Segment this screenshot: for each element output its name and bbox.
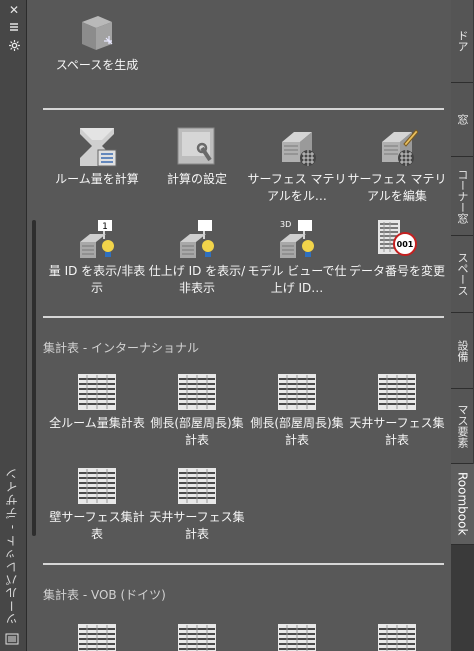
schedule-table-icon	[278, 374, 316, 410]
tab-label: マス要素	[456, 404, 469, 448]
tab-door[interactable]: ドア	[451, 0, 473, 83]
schedule-tool[interactable]: 側長(部屋周長)集計表	[247, 372, 347, 449]
auto-hide-icon[interactable]	[7, 22, 21, 34]
tab-label: Roombook	[455, 472, 470, 536]
tab-label: コーナー窓	[456, 168, 469, 224]
room-quantity-tool[interactable]: ルーム量を計算	[47, 126, 147, 188]
schedule-tool[interactable]: 天井サーフェス集計表	[147, 466, 247, 543]
section-heading-vob: 集計表 - VOB (ドイツ)	[43, 588, 166, 602]
tool-label: 壁サーフェス集計表	[49, 510, 145, 541]
palette-title: ツールパレット - デザイン	[5, 467, 19, 625]
schedule-table-icon	[78, 468, 116, 504]
tab-mass-element[interactable]: マス要素	[451, 389, 473, 464]
tool-label: サーフェス マテリアルを編集	[347, 172, 447, 203]
tool-label: ルーム量を計算	[55, 172, 139, 186]
data-number-tool[interactable]: 001 データ番号を変更	[347, 218, 447, 280]
tool-label: 量 ID を表示/非表示	[48, 264, 146, 295]
palette-menu-icon[interactable]	[5, 633, 19, 645]
finish-id-icon	[180, 220, 214, 258]
tab-label: スペース	[456, 252, 469, 296]
tab-space[interactable]: スペース	[451, 236, 473, 313]
model-view-badge: 3D	[280, 220, 291, 229]
tool-palette-content: スペースを生成 ルーム量を計算 計算の設定 サーフェス マテリアルをル… サーフ…	[27, 0, 451, 651]
tab-label: ドア	[456, 30, 469, 52]
tool-label: 側長(部屋周長)集計表	[250, 416, 344, 447]
tool-label: 全ルーム量集計表	[49, 416, 145, 430]
tool-label: スペースを生成	[55, 58, 139, 72]
schedule-table-icon	[178, 374, 216, 410]
schedule-tool[interactable]: 壁サーフェス集計表	[47, 466, 147, 543]
tab-equipment[interactable]: 設備	[451, 313, 473, 389]
tool-label: モデル ビューで仕上げ ID…	[247, 264, 347, 295]
tool-label: 計算の設定	[166, 172, 227, 186]
quantity-id-icon: 1	[80, 220, 114, 258]
tab-label: 設備	[456, 339, 469, 362]
divider	[43, 316, 444, 318]
schedule-table-icon[interactable]	[377, 622, 417, 651]
palette-title-bar[interactable]: ✕ ツールパレット - デザイン	[0, 0, 27, 651]
section-heading-international: 集計表 - インターナショナル	[43, 341, 199, 355]
scrollbar[interactable]	[32, 220, 36, 536]
tool-label: 仕上げ ID を表示/非表示	[148, 264, 246, 295]
calc-settings-tool[interactable]: 計算の設定	[147, 126, 247, 188]
model-view-finish-icon: 3D	[280, 220, 314, 258]
surface-material-edit-icon	[382, 129, 418, 166]
finish-id-tool[interactable]: 仕上げ ID を表示/非表示	[147, 218, 247, 297]
tab-window[interactable]: 窓	[451, 83, 473, 157]
divider	[43, 563, 444, 565]
schedule-table-icon[interactable]	[177, 622, 217, 651]
tab-label: 窓	[456, 114, 469, 125]
schedule-table-icon[interactable]	[77, 622, 117, 651]
surface-material-edit-tool[interactable]: サーフェス マテリアルを編集	[347, 126, 447, 205]
quantity-id-badge: 1	[102, 222, 108, 232]
properties-icon[interactable]	[7, 40, 21, 53]
surface-material-tool[interactable]: サーフェス マテリアルをル…	[247, 126, 347, 205]
room-quantity-icon	[80, 128, 117, 167]
divider	[43, 108, 444, 110]
space-generate-icon	[82, 16, 113, 50]
model-view-finish-tool[interactable]: 3D モデル ビューで仕上げ ID…	[247, 218, 347, 297]
surface-material-icon	[282, 132, 316, 166]
tab-corner-window[interactable]: コーナー窓	[451, 157, 473, 236]
tool-label: 側長(部屋周長)集計表	[150, 416, 244, 447]
tab-roombook[interactable]: Roombook	[451, 464, 474, 545]
quantity-id-tool[interactable]: 1 量 ID を表示/非表示	[47, 218, 147, 297]
tool-label: データ番号を変更	[348, 264, 445, 278]
schedule-table-icon	[378, 374, 416, 410]
create-space-tool[interactable]: スペースを生成	[47, 12, 147, 74]
data-number-badge: 001	[397, 240, 414, 249]
close-icon[interactable]: ✕	[7, 4, 21, 16]
schedule-tool[interactable]: 天井サーフェス集計表	[347, 372, 447, 449]
data-number-icon: 001	[378, 220, 417, 256]
palette-tabs: ドア 窓 コーナー窓 スペース 設備 マス要素 Roombook	[451, 0, 474, 651]
schedule-tool[interactable]: 全ルーム量集計表	[47, 372, 147, 432]
calc-settings-icon	[177, 127, 215, 165]
schedule-table-icon[interactable]	[277, 622, 317, 651]
tool-label: 天井サーフェス集計表	[349, 416, 445, 447]
tool-label: サーフェス マテリアルをル…	[247, 172, 347, 203]
schedule-tool[interactable]: 側長(部屋周長)集計表	[147, 372, 247, 449]
schedule-table-icon	[78, 374, 116, 410]
tool-label: 天井サーフェス集計表	[149, 510, 245, 541]
schedule-table-icon	[178, 468, 216, 504]
